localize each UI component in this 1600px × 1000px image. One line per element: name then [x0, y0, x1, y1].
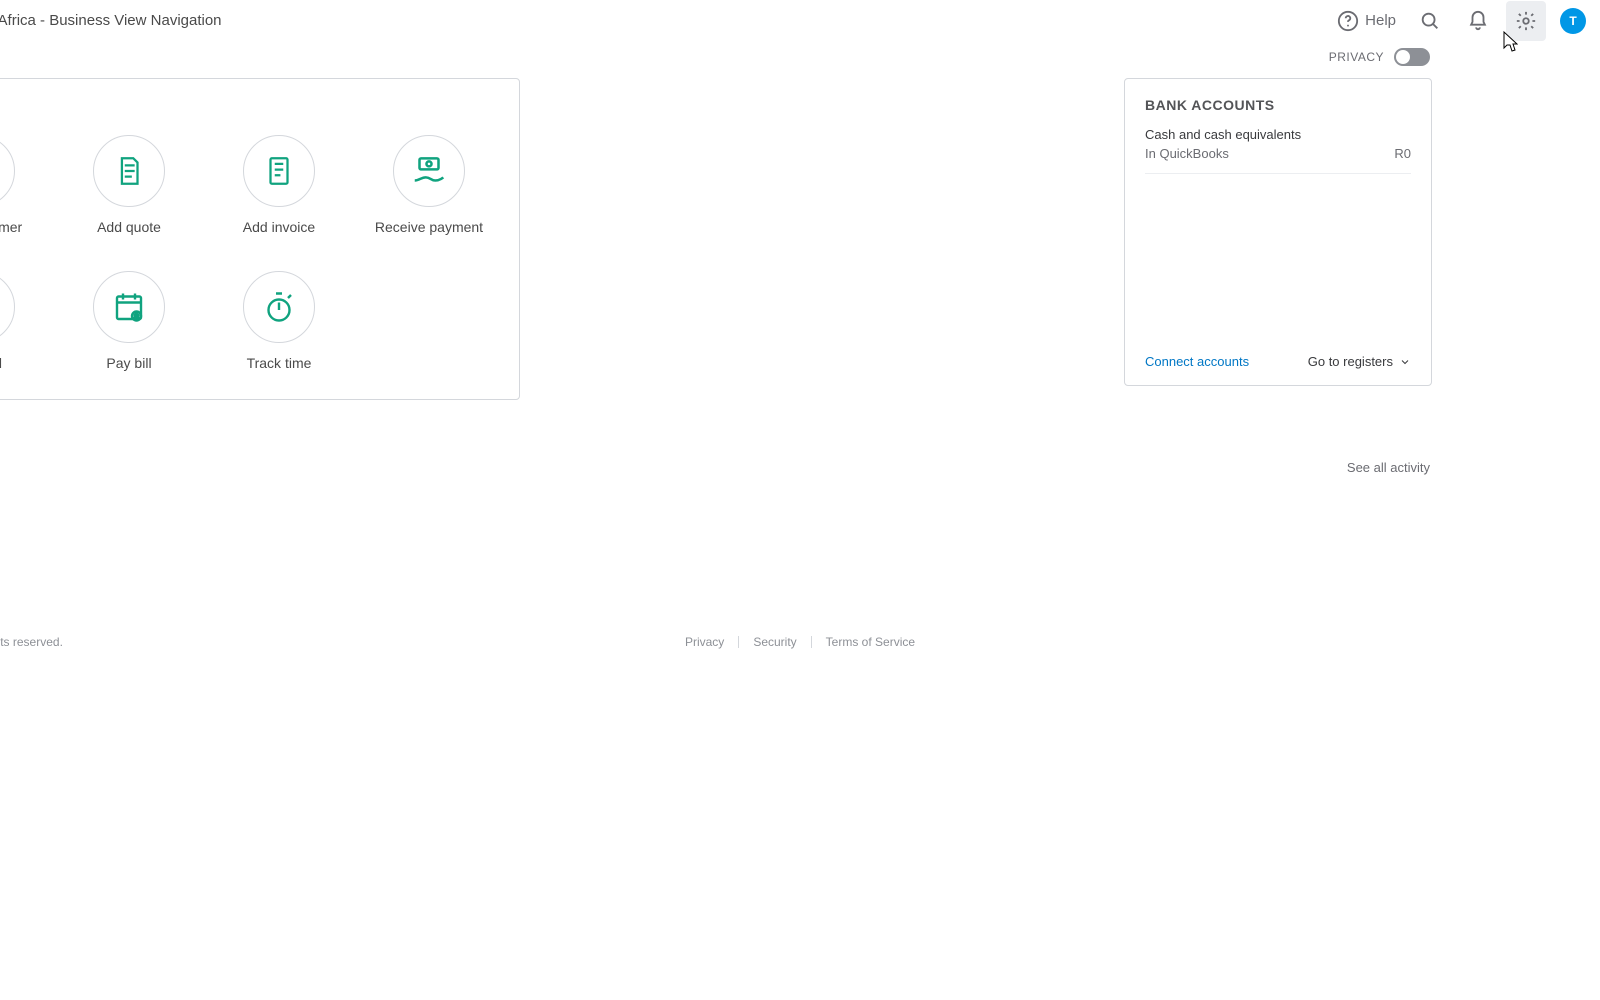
see-all-activity-link[interactable]: See all activity — [1347, 460, 1430, 475]
footer-link-privacy[interactable]: Privacy — [671, 635, 738, 649]
go-to-registers-label: Go to registers — [1308, 354, 1393, 369]
footer-rights: © Intuit Inc. All rights reserved. — [0, 635, 63, 649]
go-to-registers-button[interactable]: Go to registers — [1308, 354, 1411, 369]
privacy-row: PRIVACY — [0, 42, 1600, 78]
shortcut-label: Receive payment — [375, 219, 483, 235]
shortcut-track-time[interactable]: Track time — [209, 271, 349, 371]
footer: © Intuit Inc. All rights reserved. Priva… — [0, 635, 1600, 649]
shortcut-label: Add bill — [0, 355, 2, 371]
shortcut-label: Add invoice — [243, 219, 315, 235]
see-all-activity-row: See all activity — [0, 400, 1600, 475]
shortcut-pay-bill[interactable]: $ Pay bill — [59, 271, 199, 371]
bank-account-name: Cash and cash equivalents — [1145, 127, 1411, 142]
toggle-knob — [1396, 50, 1410, 64]
hand-money-icon — [410, 152, 448, 190]
shortcut-add-customer[interactable]: Add customer — [0, 135, 49, 235]
settings-button[interactable] — [1506, 1, 1546, 41]
footer-link-terms[interactable]: Terms of Service — [812, 635, 929, 649]
stopwatch-icon — [261, 289, 297, 325]
shortcut-label: Pay bill — [106, 355, 151, 371]
shortcut-add-quote[interactable]: Add quote — [59, 135, 199, 235]
privacy-toggle[interactable] — [1394, 48, 1430, 66]
shortcut-label: Add customer — [0, 219, 22, 235]
bank-account-balance: R0 — [1394, 146, 1411, 161]
chevron-down-icon — [1399, 356, 1411, 368]
bank-account-row[interactable]: Cash and cash equivalents In QuickBooks … — [1145, 127, 1411, 174]
bell-icon — [1467, 10, 1489, 32]
help-button[interactable]: Help — [1331, 10, 1402, 32]
shortcut-add-invoice[interactable]: Add invoice — [209, 135, 349, 235]
topbar-actions: Help T — [1331, 1, 1586, 41]
shortcut-receive-payment[interactable]: Receive payment — [359, 135, 499, 235]
shortcuts-card: SHORTCUTS Add customer Add quote — [0, 78, 520, 400]
avatar[interactable]: T — [1560, 8, 1586, 34]
bank-accounts-title: BANK ACCOUNTS — [1145, 97, 1411, 113]
shortcuts-title: SHORTCUTS — [0, 97, 495, 113]
top-bar: South Africa - Business View Navigation … — [0, 0, 1600, 42]
bank-account-sublabel: In QuickBooks — [1145, 146, 1229, 161]
help-icon — [1337, 10, 1359, 32]
shortcut-label: Track time — [247, 355, 312, 371]
notifications-button[interactable] — [1458, 1, 1498, 41]
shortcuts-grid: Add customer Add quote Add invoice — [0, 135, 495, 371]
calendar-money-icon: $ — [111, 289, 147, 325]
document-icon — [112, 154, 146, 188]
shortcut-add-bill[interactable]: Add bill — [0, 271, 49, 371]
search-button[interactable] — [1410, 1, 1450, 41]
privacy-label: PRIVACY — [1329, 50, 1384, 64]
bank-accounts-card: BANK ACCOUNTS Cash and cash equivalents … — [1124, 78, 1432, 386]
gear-icon — [1515, 10, 1537, 32]
shortcut-label: Add quote — [97, 219, 161, 235]
page-title: South Africa - Business View Navigation — [0, 12, 222, 29]
invoice-icon — [262, 154, 296, 188]
search-icon — [1419, 10, 1441, 32]
connect-accounts-link[interactable]: Connect accounts — [1145, 354, 1249, 369]
footer-link-security[interactable]: Security — [739, 635, 810, 649]
help-label: Help — [1365, 12, 1396, 29]
